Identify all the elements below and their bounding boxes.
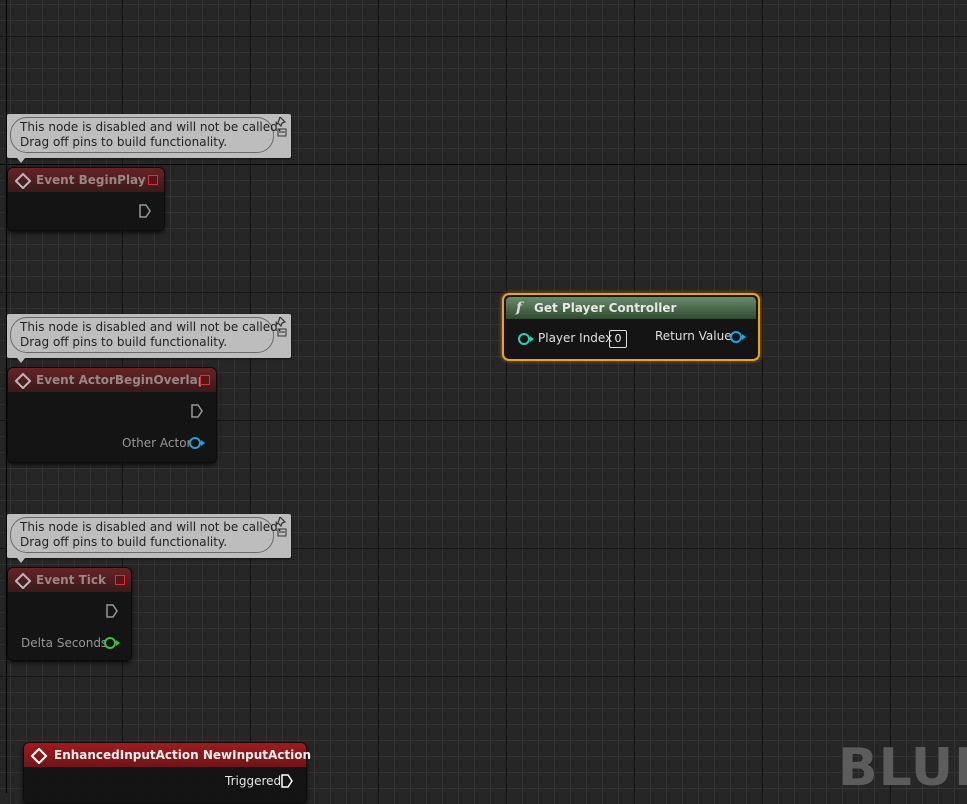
- comment-line: Drag off pins to build functionality.: [20, 535, 228, 549]
- disabled-node-comment: This node is disabled and will not be ca…: [7, 314, 291, 363]
- disabled-node-comment: This node is disabled and will not be ca…: [7, 114, 291, 163]
- pin-comment-icon[interactable]: [275, 316, 288, 338]
- int-pin-icon[interactable]: [518, 333, 530, 345]
- event-icon: [14, 572, 32, 590]
- player-index-input[interactable]: 0: [609, 330, 627, 348]
- node-title: Get Player Controller: [534, 301, 677, 315]
- node-header[interactable]: EnhancedInputAction NewInputAction: [24, 743, 311, 767]
- event-beginplay-node[interactable]: Event BeginPlay: [7, 167, 165, 231]
- comment-line: This node is disabled and will not be ca…: [20, 120, 282, 134]
- get-player-controller-node[interactable]: f Get Player Controller Player Index 0 R…: [502, 293, 760, 361]
- output-delegate-icon[interactable]: [200, 375, 210, 385]
- graph-origin-line-horizontal: [0, 164, 967, 165]
- node-title: Event ActorBeginOverlap: [36, 373, 207, 387]
- object-pin-icon[interactable]: [189, 437, 201, 449]
- pin-arrow-icon: [530, 336, 534, 342]
- event-actorbeginoverlap-node[interactable]: Event ActorBeginOverlap Other Actor: [7, 367, 217, 463]
- object-pin-icon[interactable]: [730, 331, 742, 343]
- comment-line: This node is disabled and will not be ca…: [20, 320, 282, 334]
- node-header[interactable]: f Get Player Controller: [506, 297, 756, 319]
- pin-comment-icon[interactable]: [275, 116, 288, 138]
- pin-arrow-icon: [742, 334, 746, 340]
- disabled-node-comment: This node is disabled and will not be ca…: [7, 514, 291, 563]
- pin-label-return-value: Return Value: [655, 329, 732, 343]
- pin-comment-icon[interactable]: [275, 516, 288, 538]
- exec-out-pin-icon[interactable]: [280, 774, 294, 788]
- event-icon: [30, 747, 48, 765]
- comment-tail: [17, 158, 25, 163]
- event-icon: [14, 372, 32, 390]
- pin-label-triggered: Triggered: [225, 774, 282, 788]
- comment-line: This node is disabled and will not be ca…: [20, 520, 282, 534]
- output-delegate-icon[interactable]: [148, 175, 158, 185]
- exec-out-pin-icon[interactable]: [190, 404, 204, 418]
- node-title: Event BeginPlay: [36, 173, 146, 187]
- comment-text: This node is disabled and will not be ca…: [20, 520, 282, 550]
- blueprint-watermark: BLUE: [838, 738, 967, 798]
- node-header[interactable]: Event Tick: [8, 568, 131, 592]
- exec-out-pin-icon[interactable]: [138, 204, 152, 218]
- comment-line: Drag off pins to build functionality.: [20, 335, 228, 349]
- pin-label-player-index: Player Index: [538, 331, 613, 345]
- float-pin-icon[interactable]: [104, 637, 116, 649]
- node-header[interactable]: Event BeginPlay: [8, 168, 164, 192]
- pin-label-other-actor: Other Actor: [122, 436, 192, 450]
- comment-tail: [17, 358, 25, 363]
- function-icon: f: [516, 300, 523, 316]
- output-delegate-icon[interactable]: [115, 575, 125, 585]
- node-header[interactable]: Event ActorBeginOverlap: [8, 368, 216, 392]
- pin-arrow-icon: [201, 440, 205, 446]
- exec-out-pin-icon[interactable]: [105, 604, 119, 618]
- node-title: EnhancedInputAction NewInputAction: [54, 748, 312, 762]
- pin-label-delta-seconds: Delta Seconds: [21, 636, 108, 650]
- comment-text: This node is disabled and will not be ca…: [20, 120, 282, 150]
- pin-arrow-icon: [116, 640, 120, 646]
- node-title: Event Tick: [36, 573, 107, 587]
- enhanced-input-action-node[interactable]: EnhancedInputAction NewInputAction Trigg…: [23, 742, 311, 804]
- comment-tail: [17, 558, 25, 563]
- event-icon: [14, 172, 32, 190]
- event-tick-node[interactable]: Event Tick Delta Seconds: [7, 567, 132, 661]
- comment-line: Drag off pins to build functionality.: [20, 135, 228, 149]
- comment-text: This node is disabled and will not be ca…: [20, 320, 282, 350]
